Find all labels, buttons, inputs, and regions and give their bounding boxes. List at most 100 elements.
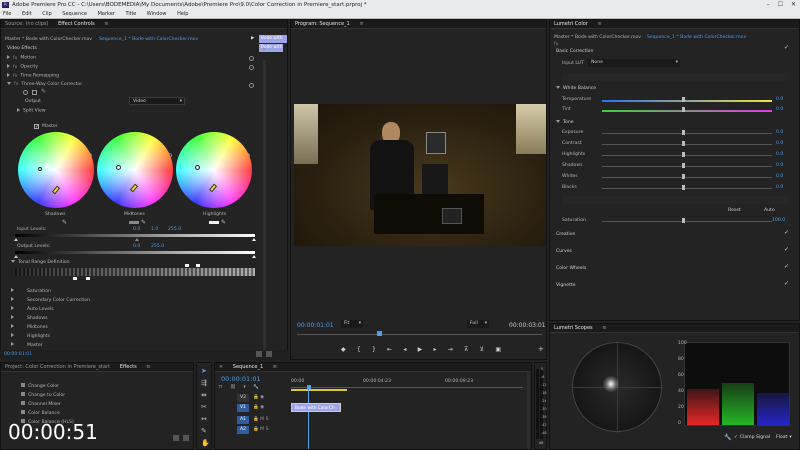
highlights-swatch[interactable] bbox=[209, 221, 219, 224]
snap-icon[interactable]: ⊓ bbox=[219, 385, 223, 390]
curves-header[interactable]: Curves bbox=[556, 249, 572, 254]
panel-menu-icon[interactable]: ≡ bbox=[273, 364, 277, 370]
midtones-color-wheel[interactable] bbox=[97, 132, 173, 208]
fx-row-motion[interactable]: fx Motion bbox=[7, 55, 36, 61]
menu-help[interactable]: Help bbox=[177, 11, 188, 17]
menu-title[interactable]: Title bbox=[125, 11, 136, 17]
pen-tool-icon[interactable]: ✎ bbox=[201, 427, 207, 435]
panel-menu-icon[interactable]: ≡ bbox=[104, 21, 108, 27]
collapse-icon[interactable] bbox=[556, 120, 560, 123]
razor-tool-icon[interactable]: ✂ bbox=[201, 403, 207, 411]
contrast-slider[interactable] bbox=[602, 144, 772, 145]
menu-clip[interactable]: Clip bbox=[42, 11, 51, 17]
track-v2-label[interactable]: V2 bbox=[237, 394, 249, 402]
color-wheels-header[interactable]: Color Wheels bbox=[556, 266, 586, 271]
split-view-row[interactable]: Split View bbox=[17, 108, 46, 114]
output-select[interactable]: Video ▾ bbox=[129, 97, 185, 105]
curves-checkbox[interactable]: ✓ bbox=[784, 247, 789, 253]
section-shadows[interactable]: Shadows bbox=[11, 315, 48, 321]
maximize-button[interactable]: ☐ bbox=[778, 0, 783, 10]
panel-menu-icon[interactable]: ≡ bbox=[359, 21, 363, 27]
minimize-button[interactable]: – bbox=[767, 0, 770, 10]
blacks-value[interactable]: 0.0 bbox=[776, 185, 783, 190]
expand-icon[interactable] bbox=[7, 55, 10, 59]
video-effects-arrow-icon[interactable] bbox=[263, 47, 266, 51]
slip-tool-icon[interactable]: ↔ bbox=[201, 415, 207, 423]
track-select-icon[interactable]: ⇶ bbox=[201, 379, 207, 387]
reset-button[interactable]: Reset bbox=[728, 208, 741, 213]
slider-handle-icon[interactable] bbox=[682, 174, 685, 179]
basic-correction-header[interactable]: Basic Correction bbox=[556, 49, 593, 54]
tab-project[interactable]: Project: Color Correction in Premiere_st… bbox=[5, 364, 110, 370]
panel-menu-icon[interactable]: ≡ bbox=[602, 325, 606, 331]
slider-handle-icon[interactable] bbox=[14, 238, 18, 241]
slider-handle-icon[interactable] bbox=[682, 130, 685, 135]
ec-master-clip[interactable]: Master * Bode with ColorChecker.mov bbox=[5, 37, 92, 42]
input-level-black[interactable]: 0.0 bbox=[133, 227, 140, 232]
output-level-black[interactable]: 0.0 bbox=[133, 244, 140, 249]
ripple-edit-icon[interactable]: ⇹ bbox=[201, 391, 207, 399]
close-button[interactable]: ✕ bbox=[791, 0, 796, 10]
shadows-wheel-point[interactable] bbox=[38, 167, 42, 171]
midtones-swatch[interactable] bbox=[129, 221, 139, 224]
tonal-handle[interactable] bbox=[196, 264, 200, 267]
step-back-icon[interactable]: ◂ bbox=[403, 346, 406, 354]
expand-icon[interactable] bbox=[11, 288, 14, 292]
reset-icon[interactable] bbox=[249, 56, 254, 61]
auto-button[interactable]: Auto bbox=[764, 208, 775, 213]
slider-handle-icon[interactable] bbox=[682, 97, 685, 102]
tint-slider[interactable] bbox=[602, 110, 772, 112]
tonal-handle[interactable] bbox=[86, 277, 90, 280]
tonal-range-row[interactable]: Tonal Range Definition bbox=[11, 260, 70, 265]
contrast-value[interactable]: 0.0 bbox=[776, 141, 783, 146]
temperature-slider[interactable] bbox=[602, 100, 772, 102]
timeline-ruler[interactable] bbox=[291, 387, 523, 388]
play-icon[interactable]: ▶ bbox=[418, 346, 423, 354]
expand-icon[interactable] bbox=[11, 342, 14, 346]
output-levels-slider[interactable] bbox=[15, 251, 255, 254]
basic-correction-checkbox[interactable]: ✓ bbox=[784, 45, 789, 51]
menu-edit[interactable]: Edit bbox=[22, 11, 32, 17]
new-bin-icon[interactable] bbox=[173, 435, 179, 441]
track-a1-controls[interactable]: 🔒 M S bbox=[253, 417, 269, 422]
whites-slider[interactable] bbox=[602, 177, 772, 178]
hand-tool-icon[interactable]: ✋ bbox=[201, 439, 210, 447]
lift-icon[interactable]: ⊼ bbox=[464, 346, 468, 354]
lumetri-sequence-clip[interactable]: Sequence_1 * Bode with ColorChecker.mov bbox=[647, 35, 746, 40]
menu-window[interactable]: Window bbox=[147, 11, 167, 17]
fx-row-three-way[interactable]: fx Three-Way Color Corrector bbox=[7, 82, 82, 87]
vignette-header[interactable]: Vignette bbox=[556, 283, 575, 288]
track-a1-label[interactable]: A1 bbox=[237, 416, 249, 424]
add-marker-icon[interactable]: ▾ bbox=[243, 385, 245, 390]
highlights-slider[interactable] bbox=[602, 155, 772, 156]
exposure-value[interactable]: 0.0 bbox=[776, 130, 783, 135]
eyedropper-icon[interactable]: ✎ bbox=[62, 219, 67, 226]
temperature-value[interactable]: 0.0 bbox=[776, 97, 783, 102]
creative-header[interactable]: Creative bbox=[556, 232, 575, 237]
input-lut-select[interactable]: None ▾ bbox=[588, 59, 680, 67]
output-level-white[interactable]: 255.0 bbox=[151, 244, 164, 249]
expand-icon[interactable] bbox=[7, 73, 10, 77]
effect-item[interactable]: Channel Mixer bbox=[21, 401, 61, 407]
delete-icon[interactable] bbox=[183, 435, 189, 441]
timeline-clip[interactable]: Bode with ColorCh bbox=[291, 403, 341, 412]
ec-play-icon[interactable]: ▶ bbox=[251, 36, 255, 41]
expand-icon[interactable] bbox=[11, 306, 14, 310]
tonal-handle[interactable] bbox=[185, 264, 189, 267]
section-master[interactable]: Master bbox=[11, 342, 43, 348]
slider-handle-icon[interactable] bbox=[682, 218, 685, 223]
tab-program[interactable]: Program: Sequence_1 bbox=[295, 21, 350, 27]
mark-in-icon[interactable]: { bbox=[357, 346, 361, 354]
panel-menu-icon[interactable]: ≡ bbox=[597, 21, 601, 27]
timeline-timecode[interactable]: 00:00:01:01 bbox=[221, 375, 261, 383]
highlights-wheel-point[interactable] bbox=[195, 165, 200, 170]
wrench-icon[interactable]: 🔧 bbox=[253, 385, 259, 390]
tab-effects[interactable]: Effects bbox=[120, 364, 137, 370]
section-secondary[interactable]: Secondary Color Correction bbox=[11, 297, 90, 303]
program-timecode-current[interactable]: 00:00:01:01 bbox=[297, 322, 334, 329]
program-video-frame[interactable] bbox=[294, 104, 546, 246]
ellipse-mask-icon[interactable] bbox=[23, 90, 28, 95]
work-area-bar[interactable] bbox=[291, 389, 347, 391]
tab-sequence[interactable]: Sequence_1 bbox=[233, 364, 263, 370]
extract-icon[interactable]: ⊻ bbox=[480, 346, 484, 354]
